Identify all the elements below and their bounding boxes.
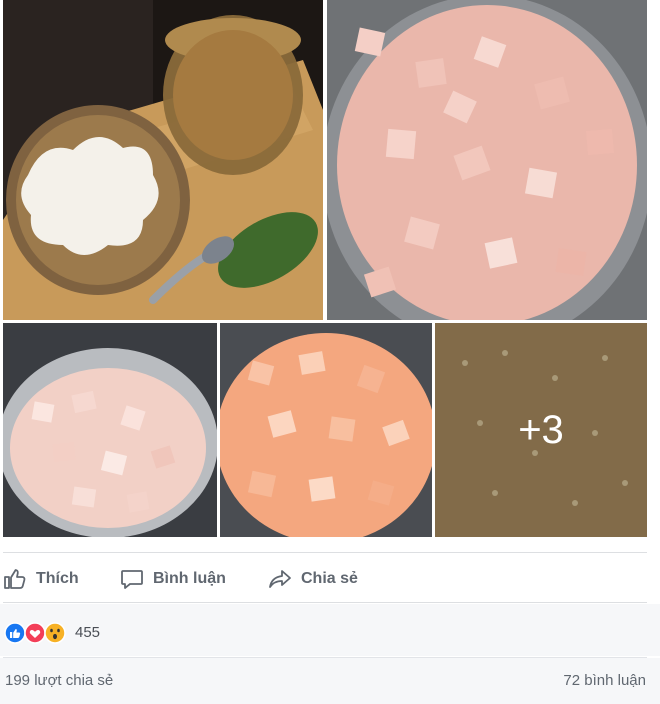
love-icon [24, 622, 46, 644]
thumbs-up-icon [4, 569, 26, 589]
post-photo-pieces-silver-pot[interactable] [3, 323, 217, 537]
wow-icon [44, 622, 66, 644]
comment-button[interactable]: Bình luận [120, 557, 226, 601]
more-photos-count: +3 [435, 323, 647, 537]
post-photo-cooked-pieces[interactable] [220, 323, 432, 537]
share-button[interactable]: Chia sẻ [268, 557, 358, 601]
share-icon [269, 570, 291, 588]
post-action-bar: Thích Bình luận Chia sẻ [0, 557, 660, 601]
divider [3, 552, 647, 553]
reaction-count[interactable]: 455 [75, 624, 100, 641]
post-stats-row: 199 lượt chia sẻ 72 bình luận [0, 658, 660, 704]
like-icon [4, 622, 26, 644]
post-photo-more[interactable]: +3 [435, 323, 647, 537]
like-button[interactable]: Thích [3, 557, 79, 601]
reaction-icons [4, 622, 70, 644]
comment-label: Bình luận [153, 570, 226, 587]
like-label: Thích [36, 570, 79, 587]
share-count-link[interactable]: 199 lượt chia sẻ [5, 672, 113, 689]
comment-icon [121, 570, 143, 589]
share-label: Chia sẻ [301, 570, 358, 587]
divider [3, 602, 647, 603]
post-photo-dessert-glasses[interactable] [3, 0, 323, 320]
reactions-summary[interactable]: 455 [0, 604, 660, 656]
post-photo-cut-pieces-pot[interactable] [327, 0, 647, 320]
comment-count-link[interactable]: 72 bình luận [563, 672, 646, 689]
